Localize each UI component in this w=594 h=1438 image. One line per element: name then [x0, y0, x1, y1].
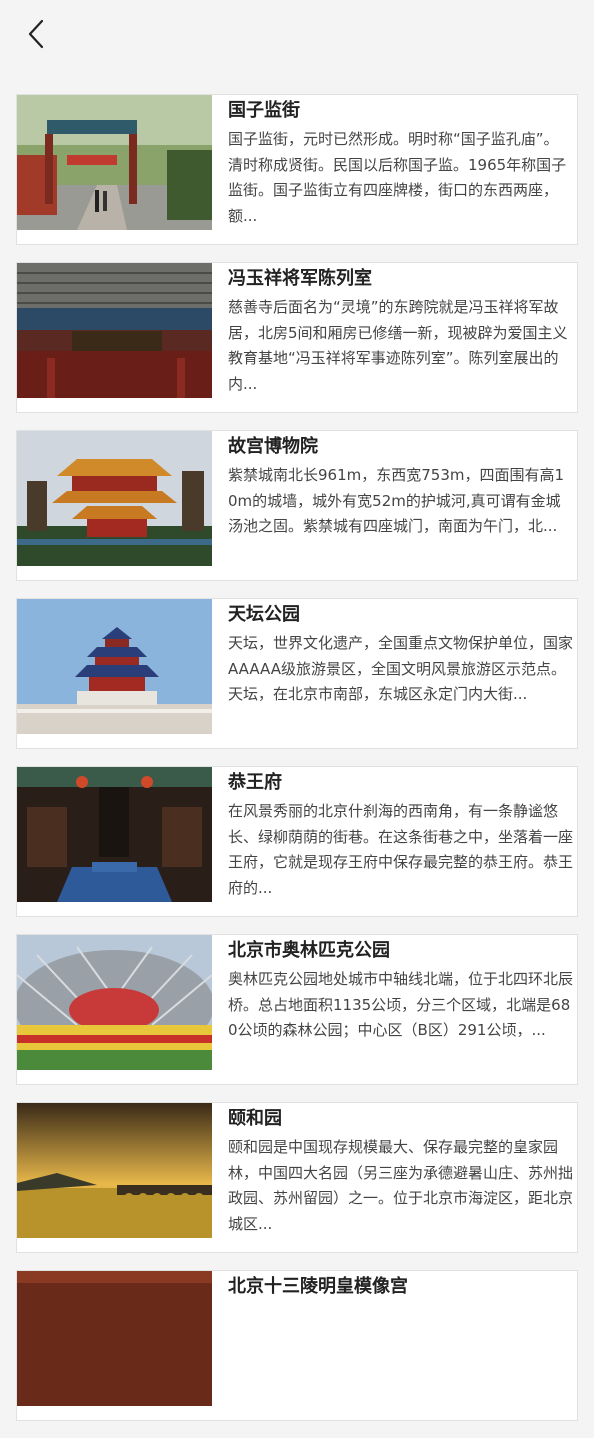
list-item[interactable]: 恭王府 在风景秀丽的北京什刹海的西南角，有一条静谧悠长、绿柳荫荫的街巷。在这条街… — [16, 766, 578, 917]
top-bar — [0, 0, 594, 70]
item-description: 慈善寺后面名为“灵境”的东跨院就是冯玉祥将军故居，北房5间和厢房已修缮一新，现被… — [228, 298, 568, 393]
list-item[interactable]: 故宫博物院 紫禁城南北长961m，东西宽753m，四面围有高10m的城墙，城外有… — [16, 430, 578, 581]
item-description: 在风景秀丽的北京什刹海的西南角，有一条静谧悠长、绿柳荫荫的街巷。在这条街巷之中，… — [228, 802, 573, 897]
item-description: 紫禁城南北长961m，东西宽753m，四面围有高10m的城墙，城外有宽52m的护… — [228, 466, 565, 535]
thumbnail-image — [17, 767, 212, 902]
chevron-left-icon — [28, 19, 44, 49]
thumbnail-image — [17, 263, 212, 398]
item-title: 恭王府 — [228, 772, 282, 793]
thumbnail-image — [17, 1103, 212, 1238]
item-title: 冯玉祥将军陈列室 — [228, 268, 372, 289]
list-item[interactable]: 国子监街 国子监街，元时已然形成。明时称“国子监孔庙”。清时称成贤街。民国以后称… — [16, 94, 578, 245]
attraction-list: 国子监街 国子监街，元时已然形成。明时称“国子监孔庙”。清时称成贤街。民国以后称… — [16, 94, 578, 1438]
item-description: 奥林匹克公园地处城市中轴线北端，位于北四环北辰桥。总占地面积1135公顷，分三个… — [228, 970, 573, 1039]
item-title: 国子监街 — [228, 100, 300, 121]
thumbnail-image — [17, 935, 212, 1070]
thumbnail-image — [17, 431, 212, 566]
list-item[interactable]: 颐和园 颐和园是中国现存规模最大、保存最完整的皇家园林，中国四大名园（另三座为承… — [16, 1102, 578, 1253]
item-description: 国子监街，元时已然形成。明时称“国子监孔庙”。清时称成贤街。民国以后称国子监。1… — [228, 130, 567, 225]
list-item[interactable]: 北京十三陵明皇模像宫 — [16, 1270, 578, 1421]
item-description: 天坛，世界文化遗产，全国重点文物保护单位，国家AAAAA级旅游景区，全国文明风景… — [228, 634, 573, 703]
item-title: 故宫博物院 — [228, 436, 318, 457]
list-item[interactable]: 北京市奥林匹克公园 奥林匹克公园地处城市中轴线北端，位于北四环北辰桥。总占地面积… — [16, 934, 578, 1085]
thumbnail-image — [17, 599, 212, 734]
item-title: 北京市奥林匹克公园 — [228, 940, 390, 961]
item-title: 天坛公园 — [228, 604, 300, 625]
item-description: 颐和园是中国现存规模最大、保存最完整的皇家园林，中国四大名园（另三座为承德避暑山… — [228, 1138, 573, 1233]
item-description — [228, 1303, 573, 1405]
thumbnail-image — [17, 1271, 212, 1406]
back-button[interactable] — [20, 18, 52, 50]
list-item[interactable]: 天坛公园 天坛，世界文化遗产，全国重点文物保护单位，国家AAAAA级旅游景区，全… — [16, 598, 578, 749]
list-item[interactable]: 冯玉祥将军陈列室 慈善寺后面名为“灵境”的东跨院就是冯玉祥将军故居，北房5间和厢… — [16, 262, 578, 413]
item-title: 颐和园 — [228, 1108, 282, 1129]
thumbnail-image — [17, 95, 212, 230]
item-title: 北京十三陵明皇模像宫 — [228, 1276, 408, 1297]
